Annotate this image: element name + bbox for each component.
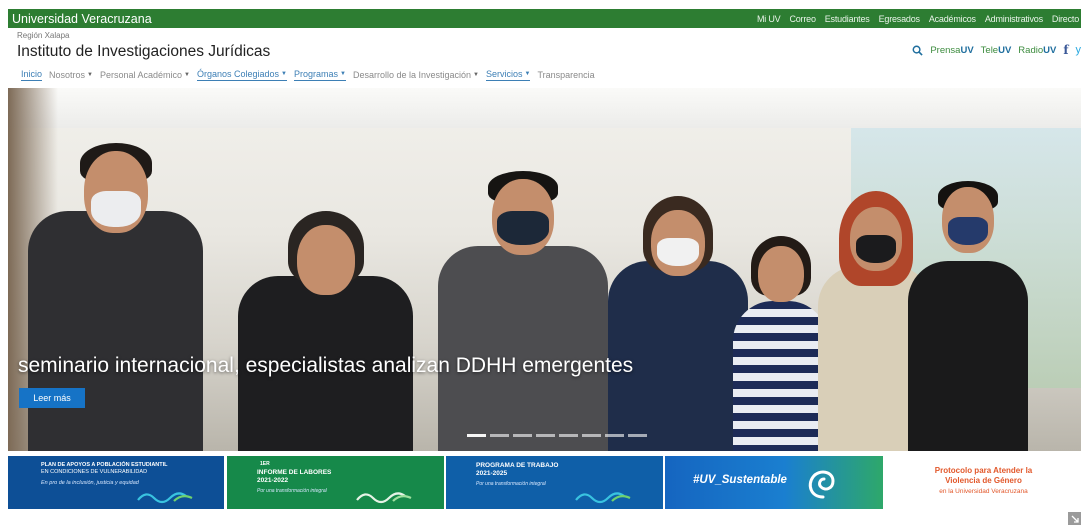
caret-down-icon: ▼ (184, 71, 190, 78)
banner-text: PLAN DE APOYOS A POBLACIÓN ESTUDIANTIL E… (41, 462, 221, 487)
banner-superscript: 1ER (260, 461, 270, 467)
top-link-academicos[interactable]: Académicos (929, 14, 976, 24)
banner-informe-labores[interactable]: 1ER INFORME DE LABORES 2021-2022 Por una… (227, 456, 444, 509)
nav-item-inicio[interactable]: Inicio (21, 69, 43, 81)
hero-photo-person (733, 236, 828, 451)
slide-indicator[interactable] (605, 434, 624, 437)
banner-uv-sustentable[interactable]: #UV_Sustentable (665, 456, 883, 509)
nav-label: Servicios (486, 69, 523, 79)
nav-label: Desarrollo de la Investigación (352, 69, 472, 80)
banner-text: PROGRAMA DE TRABAJO 2021-2025 Por una tr… (476, 462, 656, 488)
top-link-directorio[interactable]: Directo (1052, 14, 1079, 24)
banner-title: PROGRAMA DE TRABAJO (476, 462, 559, 469)
top-link-estudiantes[interactable]: Estudiantes (825, 14, 870, 24)
caret-down-icon: ▼ (340, 71, 346, 77)
banner-title-line2: Violencia de Género (945, 476, 1022, 485)
banner-programa-trabajo[interactable]: PROGRAMA DE TRABAJO 2021-2025 Por una tr… (446, 456, 663, 509)
university-brand-link[interactable]: Universidad Veracruzana (8, 12, 152, 26)
banner-subtitle: en la Universidad Veracruzana (939, 488, 1028, 495)
read-more-button[interactable]: Leer más (19, 388, 85, 408)
hero-slider[interactable]: seminario internacional, especialistas a… (8, 88, 1081, 451)
nav-item-programas[interactable]: Programas ▼ (294, 69, 346, 81)
top-link-correo[interactable]: Correo (789, 14, 816, 24)
prensa-uv-label: UV (960, 44, 974, 56)
slide-indicator[interactable] (490, 434, 509, 437)
tele-uv-label: UV (998, 44, 1012, 56)
slide-indicator[interactable] (559, 434, 578, 437)
slide-indicator[interactable] (536, 434, 555, 437)
main-nav: Inicio Nosotros ▼ Personal Académico ▼ Órg… (21, 69, 595, 81)
nav-item-transparencia[interactable]: Transparencia (537, 69, 594, 81)
hero-photo-person (438, 171, 608, 451)
banner-title: INFORME DE LABORES (257, 469, 332, 476)
media-links: PrensaUV TeleUV RadioUV f y (912, 43, 1081, 57)
nav-label: Inicio (21, 69, 43, 79)
search-icon[interactable] (912, 45, 924, 56)
slide-indicator[interactable] (467, 434, 486, 437)
uv-wave-logo-icon (575, 492, 631, 504)
top-link-administrativos[interactable]: Administrativos (985, 14, 1043, 24)
banner-tagline: Por una transformación integral (476, 481, 546, 487)
caret-down-icon: ▼ (473, 71, 479, 78)
slide-indicators (467, 434, 647, 437)
banner-subtitle: EN CONDICIONES DE VULNERABILIDAD (41, 469, 148, 475)
slide-indicator[interactable] (513, 434, 532, 437)
caret-down-icon: ▼ (281, 71, 287, 77)
caret-down-icon: ▼ (524, 71, 531, 77)
institute-title[interactable]: Instituto de Investigaciones Jurídicas (17, 43, 270, 61)
nav-item-organos-colegiados[interactable]: Órganos Colegiados ▼ (196, 69, 287, 81)
top-bar: Universidad Veracruzana Mi UV Correo Est… (8, 9, 1081, 28)
twitter-icon[interactable]: y (1076, 44, 1081, 56)
banner-years: 2021-2025 (476, 470, 508, 477)
banner-title: #UV_Sustentable (693, 474, 787, 486)
slide-indicator[interactable] (582, 434, 601, 437)
scroll-top-button[interactable] (1068, 512, 1081, 525)
banner-title: Protocolo para Atender la (934, 466, 1033, 475)
hero-photo-person (908, 181, 1028, 451)
prensa-uv-link[interactable]: PrensaUV (930, 45, 973, 56)
top-link-egresados[interactable]: Egresados (879, 14, 920, 24)
uv-wave-logo-icon (137, 492, 193, 504)
nav-label: Personal Académico (99, 69, 183, 80)
sustainability-swirl-icon (808, 470, 835, 499)
slide-caption[interactable]: seminario internacional, especialistas a… (18, 354, 633, 378)
hero-photo-person (238, 211, 413, 451)
nav-item-personal-academico[interactable]: Personal Académico ▼ (100, 69, 190, 81)
radio-uv-link[interactable]: RadioUV (1018, 45, 1056, 56)
top-links: Mi UV Correo Estudiantes Egresados Acadé… (757, 14, 1081, 24)
top-link-mi-uv[interactable]: Mi UV (757, 14, 781, 24)
banner-text: Protocolo para Atender la Violencia de G… (886, 466, 1081, 497)
nav-label: Nosotros (49, 69, 86, 80)
banner-tagline: En pro de la inclusión, justicia y equid… (41, 480, 139, 486)
nav-label: Órganos Colegiados (196, 69, 280, 79)
radio-label: Radio (1018, 44, 1044, 56)
hero-photo-person (608, 196, 748, 451)
radio-uv-label: UV (1043, 44, 1057, 56)
arrow-diagonal-icon (1071, 515, 1079, 523)
nav-item-nosotros[interactable]: Nosotros ▼ (49, 69, 93, 81)
nav-item-desarrollo-investigacion[interactable]: Desarrollo de la Investigación ▼ (353, 69, 479, 81)
slide-indicator[interactable] (628, 434, 647, 437)
prensa-label: Prensa (930, 44, 961, 56)
banner-title: PLAN DE APOYOS A POBLACIÓN ESTUDIANTIL (41, 462, 168, 468)
tele-label: Tele (980, 44, 999, 56)
caret-down-icon: ▼ (87, 71, 93, 78)
nav-item-servicios[interactable]: Servicios ▼ (486, 69, 531, 81)
uv-wave-logo-icon (356, 492, 412, 504)
tele-uv-link[interactable]: TeleUV (981, 45, 1012, 56)
facebook-icon[interactable]: f (1063, 43, 1068, 57)
region-label: Región Xalapa (17, 31, 70, 40)
banner-plan-apoyos[interactable]: PLAN DE APOYOS A POBLACIÓN ESTUDIANTIL E… (8, 456, 224, 509)
nav-label: Programas (294, 69, 339, 79)
nav-label: Transparencia (537, 69, 595, 80)
banner-protocolo-genero[interactable]: Protocolo para Atender la Violencia de G… (886, 456, 1081, 509)
banner-years: 2021-2022 (257, 477, 289, 484)
